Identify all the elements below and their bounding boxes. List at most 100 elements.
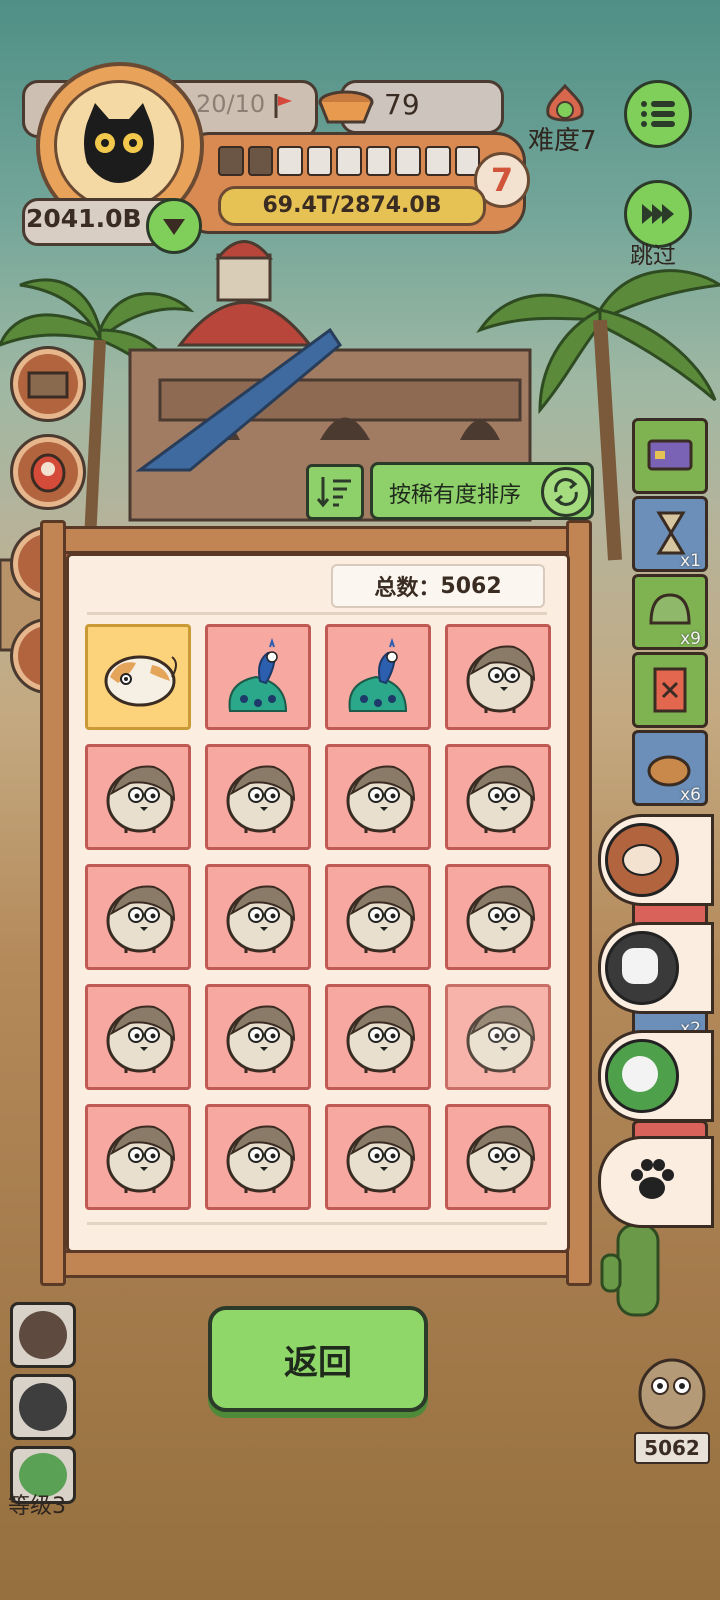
bottom-left-button-1[interactable] — [10, 1302, 76, 1368]
hedgehog-icon — [216, 1113, 300, 1201]
ghost-creature-icon — [605, 931, 679, 1005]
creature-card[interactable] — [445, 984, 551, 1090]
tab-category-paw[interactable] — [598, 1136, 714, 1228]
hedgehog-icon — [456, 873, 540, 961]
creature-card[interactable] — [325, 1104, 431, 1210]
collection-panel: 总数： 5062 — [66, 553, 570, 1253]
tab-category-3[interactable] — [598, 1030, 714, 1122]
creature-card[interactable] — [325, 624, 431, 730]
sort-order-button[interactable] — [306, 464, 364, 520]
level-exp-text: 69.4T/2874.0B — [218, 186, 486, 226]
creature-card[interactable] — [325, 984, 431, 1090]
avatar — [54, 80, 184, 210]
right-item-count: x6 — [680, 785, 701, 805]
coin-dropdown-button[interactable] — [146, 198, 202, 254]
creature-grid — [69, 556, 567, 1250]
creature-card[interactable] — [325, 744, 431, 850]
back-button[interactable]: 返回 — [208, 1306, 428, 1412]
tab-category-1[interactable] — [598, 814, 714, 906]
hamster-icon — [96, 633, 180, 721]
hedgehog-icon — [96, 753, 180, 841]
creature-card[interactable] — [85, 1104, 191, 1210]
creature-card[interactable] — [205, 744, 311, 850]
creature-card[interactable] — [85, 744, 191, 850]
back-label: 返回 — [284, 1342, 352, 1383]
ticket-icon — [653, 667, 687, 713]
frame-bottom-bar — [46, 1250, 592, 1278]
right-item-hourglass[interactable]: x1 — [632, 496, 708, 572]
peacock-icon — [216, 633, 300, 721]
frame-top-bar — [46, 526, 592, 554]
divider-bottom — [87, 1222, 547, 1225]
creature-card[interactable] — [445, 1104, 551, 1210]
refresh-icon — [554, 478, 578, 506]
peacock-icon — [336, 633, 420, 721]
level-number: 7 — [490, 161, 514, 199]
bottom-right-creature[interactable]: 5062 — [632, 1350, 710, 1464]
menu-button[interactable] — [624, 80, 692, 148]
bottom-right-count: 5062 — [634, 1432, 710, 1464]
black-cat-icon — [84, 103, 154, 183]
round-creature-icon — [605, 823, 679, 897]
hedgehog-icon — [216, 753, 300, 841]
sort-mode-button[interactable]: 按稀有度排序 — [370, 462, 594, 520]
creature-card[interactable] — [325, 864, 431, 970]
creature-card[interactable] — [85, 984, 191, 1090]
creature-card[interactable] — [205, 984, 311, 1090]
pet-bowl-icon — [318, 90, 374, 124]
sort-refresh-button[interactable] — [541, 467, 591, 517]
creature-card[interactable] — [85, 864, 191, 970]
hedgehog-avatar-icon — [638, 1358, 706, 1430]
creature-card[interactable] — [445, 624, 551, 730]
flag-icon — [274, 94, 292, 118]
difficulty-label: 难度7 — [528, 126, 597, 156]
right-item-helmet[interactable]: x9 — [632, 574, 708, 650]
progress-count: 20/10 — [196, 90, 266, 118]
chevron-down-icon — [163, 219, 185, 235]
right-item-ticket[interactable] — [632, 652, 708, 728]
bottom-left-button-2[interactable] — [10, 1374, 76, 1440]
hedgehog-icon — [336, 993, 420, 1081]
hedgehog-icon — [96, 993, 180, 1081]
creature-card[interactable] — [445, 744, 551, 850]
crate-button[interactable] — [10, 346, 86, 422]
creature-card[interactable] — [205, 1104, 311, 1210]
creature-card[interactable] — [445, 864, 551, 970]
helmet-icon — [649, 593, 691, 625]
food-amount: 79 — [384, 88, 420, 121]
right-item-sack[interactable]: x6 — [632, 730, 708, 806]
hedgehog-icon — [216, 993, 300, 1081]
hedgehog-icon — [456, 993, 540, 1081]
paw-icon — [631, 1159, 674, 1199]
right-item-count: x9 — [680, 629, 701, 649]
fast-forward-icon — [642, 204, 674, 224]
frame-left-post — [40, 520, 66, 1286]
creature-card[interactable] — [85, 624, 191, 730]
coin-amount: 2041.0B — [26, 204, 142, 233]
card-icon — [647, 439, 693, 471]
sort-label: 按稀有度排序 — [389, 483, 522, 508]
right-item-count: x1 — [680, 551, 701, 571]
creature-card[interactable] — [205, 624, 311, 730]
daruma-icon — [30, 453, 66, 493]
right-item-card[interactable] — [632, 418, 708, 494]
hedgehog-icon — [96, 1113, 180, 1201]
crate-icon — [27, 371, 69, 399]
skip-label: 跳过 — [630, 243, 676, 269]
hedgehog-icon — [96, 873, 180, 961]
frog-creature-icon — [605, 1039, 679, 1113]
menu-icon — [641, 101, 675, 127]
game-scene: 20/10 2041.0B 7 69.4T/2874.0B 79 难度7 跳过 … — [0, 0, 720, 1600]
hedgehog-icon — [456, 1113, 540, 1201]
hedgehog-icon — [456, 633, 540, 721]
sort-descending-icon — [317, 477, 351, 508]
hedgehog-icon — [336, 753, 420, 841]
sack-icon — [647, 755, 691, 787]
hedgehog-icon — [336, 873, 420, 961]
tab-category-2[interactable] — [598, 922, 714, 1014]
hedgehog-icon — [456, 753, 540, 841]
creature-card[interactable] — [205, 864, 311, 970]
hedgehog-icon — [216, 873, 300, 961]
level-segment-bar — [218, 146, 481, 176]
daruma-button[interactable] — [10, 434, 86, 510]
